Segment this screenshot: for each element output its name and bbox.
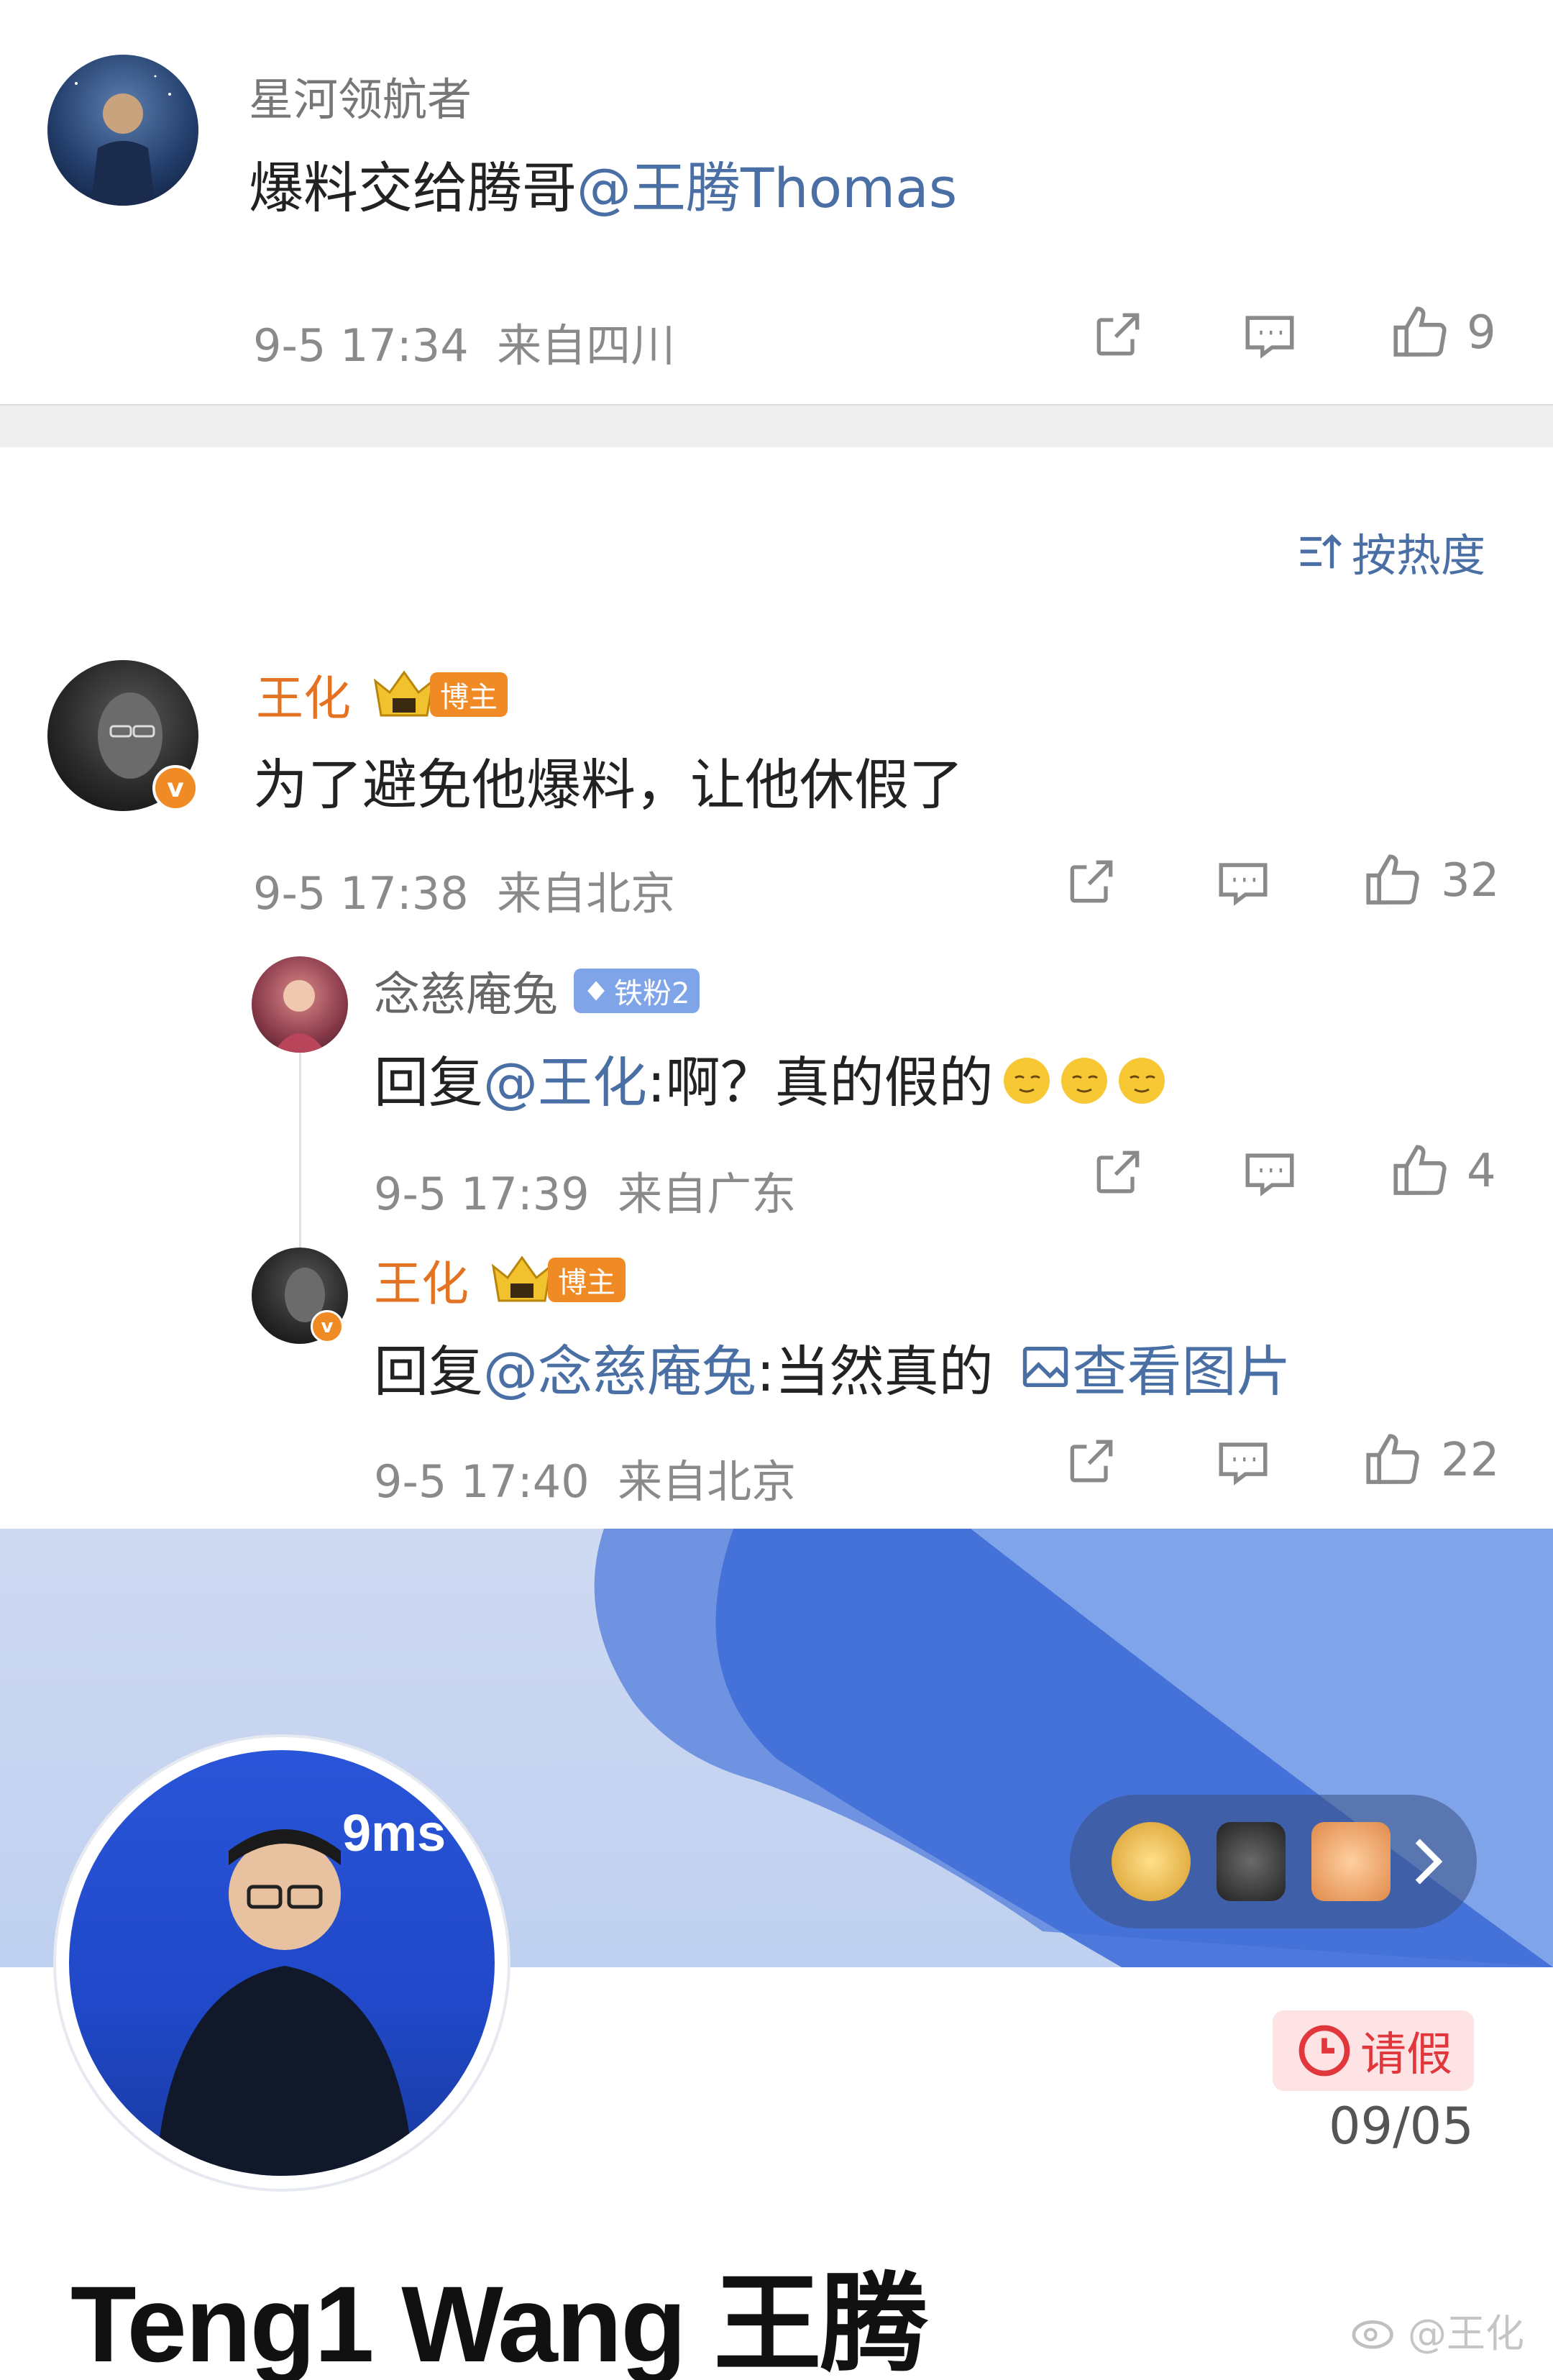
- like-icon: [1366, 1434, 1419, 1484]
- medals-button[interactable]: [1070, 1795, 1477, 1928]
- share-button[interactable]: [1089, 1143, 1147, 1201]
- view-image-link[interactable]: 查看图片: [1018, 1327, 1291, 1406]
- verified-icon: v: [152, 765, 198, 811]
- comment-username[interactable]: 星河领航者: [249, 63, 472, 128]
- thread-line: [299, 1050, 301, 1258]
- share-icon: [1070, 1440, 1113, 1483]
- fan-badge: 铁粉2: [574, 969, 700, 1013]
- attached-image[interactable]: 9ms 请假 09/05 Teng1 Wang 王腾 @王化: [0, 1529, 1553, 2380]
- profile-avatar[interactable]: 9ms: [56, 1737, 508, 2189]
- comment-body: 爆料交给腾哥: [249, 156, 577, 220]
- comment-header: 王化 博主: [256, 660, 508, 729]
- crown-icon: [487, 1255, 556, 1305]
- reply-body: :啊？真的假的: [647, 1051, 994, 1115]
- reply-username[interactable]: 王化: [374, 1245, 469, 1314]
- mention-link[interactable]: @王化: [483, 1038, 647, 1117]
- like-icon: [1393, 306, 1447, 357]
- reply-meta: 9-5 17:39 来自广东: [374, 1158, 796, 1222]
- comment-time: 9-5 17:38: [253, 867, 469, 920]
- like-button[interactable]: 32: [1360, 848, 1499, 913]
- comment-text: 为了避免他爆料，让他休假了: [253, 753, 963, 817]
- verified-icon: v: [311, 1310, 344, 1343]
- section-divider: [0, 404, 1553, 447]
- like-count: 9: [1467, 306, 1496, 360]
- like-button[interactable]: 4: [1388, 1139, 1496, 1204]
- like-icon: [1366, 854, 1419, 905]
- medal-icon: [1112, 1822, 1191, 1901]
- reply-location: 来自北京: [618, 1455, 797, 1508]
- comment-meta: 9-5 17:38 来自北京: [253, 857, 675, 922]
- status-badge: 请假: [1273, 2010, 1474, 2091]
- comment-text: 爆料交给腾哥@王腾Thomas: [249, 144, 957, 223]
- reply-prefix: 回复: [374, 1340, 483, 1404]
- like-button[interactable]: 9: [1388, 301, 1496, 365]
- weibo-icon: [1352, 2320, 1393, 2349]
- comment-button[interactable]: [1240, 1143, 1299, 1202]
- avatar[interactable]: [47, 55, 198, 206]
- share-icon: [1070, 860, 1113, 903]
- comment-location: 来自四川: [497, 319, 676, 372]
- like-count: 4: [1467, 1145, 1496, 1198]
- reply-prefix: 回复: [374, 1051, 483, 1115]
- view-image-label: 查看图片: [1072, 1340, 1291, 1404]
- share-icon: [1096, 1150, 1140, 1194]
- comment-username[interactable]: 王化: [256, 660, 351, 729]
- share-icon: [1096, 313, 1140, 356]
- reply-header: 王化 博主: [374, 1245, 626, 1314]
- comment-button[interactable]: [1214, 853, 1273, 912]
- reply-time: 9-5 17:40: [374, 1455, 590, 1508]
- like-count: 32: [1441, 854, 1500, 907]
- watermark-text: @王化: [1408, 2311, 1524, 2356]
- reply-text: 回复 @王化:啊？真的假的: [374, 1038, 1171, 1117]
- chevron-right-icon: [1415, 1839, 1443, 1885]
- reply-meta: 9-5 17:40 来自北京: [374, 1445, 796, 1510]
- status-date: 09/05: [1329, 2097, 1474, 2156]
- medal-icon: [1217, 1822, 1286, 1901]
- medal-icon: [1311, 1822, 1391, 1901]
- reply-body: :当然真的: [756, 1340, 994, 1404]
- status-label: 请假: [1360, 2028, 1452, 2082]
- comment-location: 来自北京: [497, 867, 676, 920]
- comment-time: 9-5 17:34: [253, 319, 469, 372]
- like-count: 22: [1441, 1434, 1500, 1487]
- sort-label: 按热度: [1352, 529, 1486, 582]
- reply-location: 来自广东: [618, 1168, 797, 1220]
- reply-text: 回复 @念慈庵兔:当然真的 查看图片: [374, 1327, 1291, 1406]
- comment-button[interactable]: [1240, 306, 1299, 365]
- share-button[interactable]: [1063, 1432, 1120, 1490]
- comment-icon: [1219, 863, 1268, 906]
- comment-meta: 9-5 17:34 来自四川: [253, 309, 675, 374]
- sleepy-emoji: [998, 1049, 1171, 1107]
- fan-badge-label: 铁粉2: [614, 977, 690, 1010]
- reply-header: 念慈庵兔 铁粉2: [374, 958, 700, 1024]
- watermark: @王化: [1352, 2302, 1524, 2358]
- reply-username[interactable]: 念慈庵兔: [374, 958, 558, 1024]
- sort-icon: [1300, 534, 1342, 569]
- crown-icon: [370, 669, 439, 720]
- like-icon: [1393, 1145, 1447, 1195]
- share-button[interactable]: [1089, 306, 1147, 363]
- image-icon: [1022, 1346, 1068, 1388]
- comment-icon: [1219, 1442, 1268, 1486]
- diamond-icon: [587, 981, 605, 1001]
- avatar[interactable]: [252, 956, 348, 1053]
- svg-text:9ms: 9ms: [342, 1805, 446, 1862]
- reply-time: 9-5 17:39: [374, 1168, 590, 1220]
- mention-link[interactable]: @念慈庵兔: [483, 1327, 756, 1406]
- clock-icon: [1298, 2025, 1350, 2077]
- comment-icon: [1245, 1153, 1294, 1196]
- sort-toggle[interactable]: 按热度: [1294, 519, 1485, 584]
- comment-button[interactable]: [1214, 1432, 1273, 1491]
- comment-icon: [1245, 316, 1294, 359]
- blogger-badge: 博主: [430, 672, 508, 717]
- share-button[interactable]: [1063, 853, 1120, 910]
- like-button[interactable]: 22: [1360, 1428, 1499, 1493]
- profile-name: Teng1 Wang 王腾: [70, 2264, 928, 2380]
- mention-link[interactable]: @王腾Thomas: [577, 156, 957, 220]
- blogger-badge: 博主: [548, 1258, 626, 1302]
